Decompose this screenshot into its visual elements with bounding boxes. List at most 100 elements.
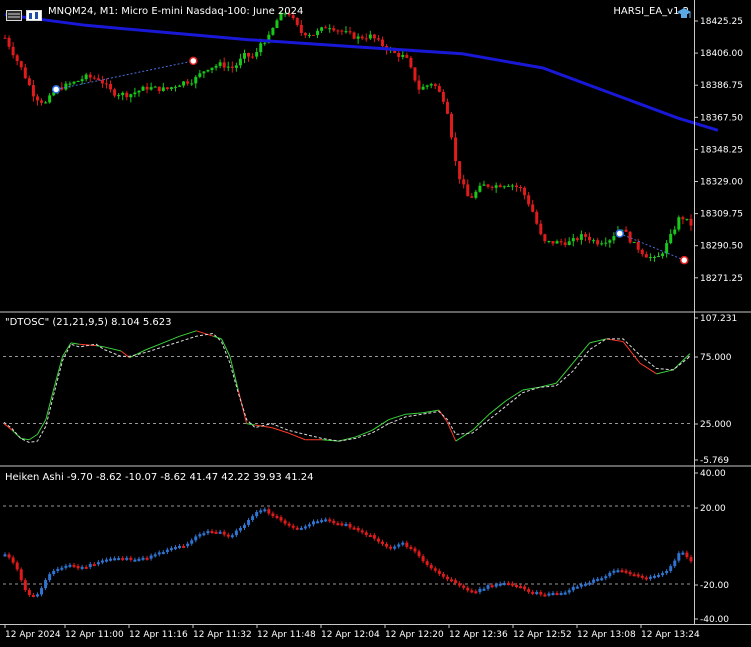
ha-candle xyxy=(11,557,15,563)
ha-candle xyxy=(681,552,685,555)
price-pane[interactable] xyxy=(3,9,719,265)
candle xyxy=(40,100,44,103)
dtosc-fast-line xyxy=(212,335,222,340)
ha-candle xyxy=(251,516,255,520)
time-tick-label: 12 Apr 2024 xyxy=(5,630,61,640)
chart-menu-icon[interactable] xyxy=(6,6,22,21)
ha-candle xyxy=(583,583,587,586)
candle xyxy=(31,85,35,97)
ha-candle xyxy=(652,575,656,578)
ha-candle xyxy=(117,558,121,561)
candle xyxy=(551,241,555,244)
ha-candle xyxy=(19,569,23,581)
ha-candle xyxy=(165,549,169,553)
candle xyxy=(514,185,518,188)
expert-cap-icon[interactable] xyxy=(676,5,692,18)
candle xyxy=(15,55,19,62)
candle xyxy=(689,218,693,226)
dtosc-fast-line xyxy=(95,345,105,348)
ha-candle xyxy=(401,542,405,545)
ha-candle xyxy=(478,588,482,593)
ha-candle xyxy=(125,557,129,560)
candle xyxy=(348,31,352,33)
ha-candle xyxy=(506,582,510,585)
ha-candle xyxy=(519,586,523,589)
chart-window[interactable]: 18425.25 18406.00 18386.75 18367.50 18348.25… xyxy=(0,0,751,643)
candle xyxy=(157,86,161,91)
ha-candle xyxy=(486,585,490,589)
dtosc-fast-line xyxy=(45,387,55,420)
ha-candle xyxy=(381,541,385,544)
dtosc-fast-line xyxy=(472,413,490,431)
ha-candle xyxy=(393,546,397,549)
dtosc-fast-line xyxy=(179,330,197,337)
candle xyxy=(433,84,437,86)
ha-candle xyxy=(669,566,673,571)
candle xyxy=(543,234,547,242)
ha-candle xyxy=(470,590,474,593)
ha-candle xyxy=(490,585,494,588)
candle xyxy=(628,231,632,243)
candle xyxy=(68,83,72,85)
candle xyxy=(405,55,409,58)
ha-candle xyxy=(255,512,259,517)
ha-candle xyxy=(498,583,502,586)
candle xyxy=(478,185,482,192)
time-tick-label: 12 Apr 13:08 xyxy=(577,630,636,640)
dtosc-tick-label: 25.000 xyxy=(700,420,732,430)
ha-candle xyxy=(311,521,315,525)
candle xyxy=(72,81,76,84)
ha-candle xyxy=(575,586,579,589)
ha-candle xyxy=(673,560,677,567)
chart-properties-icon[interactable] xyxy=(26,6,42,21)
candle xyxy=(271,27,275,35)
price-tick-label: 18425.25 xyxy=(700,17,743,27)
ha-candle xyxy=(421,556,425,562)
ha-candle xyxy=(592,579,596,583)
dtosc-tick-label: 75.000 xyxy=(700,353,732,363)
candle xyxy=(299,24,303,33)
candle xyxy=(238,58,242,66)
candle xyxy=(340,30,344,32)
dtosc-pane[interactable] xyxy=(3,330,693,443)
ha-candle xyxy=(644,577,648,580)
candle xyxy=(356,36,360,39)
ha-candle xyxy=(405,542,409,547)
heiken-ashi-pane[interactable] xyxy=(3,505,693,598)
ha-candle xyxy=(588,582,592,585)
candle xyxy=(636,241,640,250)
buy-signal-icon xyxy=(51,85,61,94)
dtosc-fast-line xyxy=(405,412,423,415)
price-tick-label: 18309.75 xyxy=(700,210,743,220)
ha-candle xyxy=(336,523,340,526)
ha-candle xyxy=(559,593,563,596)
ha-candle xyxy=(40,588,44,595)
candle xyxy=(117,95,121,97)
ha-candle xyxy=(620,570,624,573)
price-tick-label: 18271.25 xyxy=(700,274,743,284)
candle xyxy=(462,179,466,185)
candle xyxy=(677,217,681,230)
candle xyxy=(48,95,52,103)
ha-candle xyxy=(648,576,652,579)
ha-candle xyxy=(413,548,417,552)
ha-candle xyxy=(604,576,608,579)
candle xyxy=(657,255,661,258)
ha-candle xyxy=(376,538,380,542)
candle xyxy=(360,36,364,39)
ha-candle xyxy=(3,554,7,557)
ha-candle xyxy=(283,520,287,524)
candle xyxy=(612,236,616,241)
candle xyxy=(506,185,510,187)
candle xyxy=(490,186,494,188)
ha-candle xyxy=(316,521,320,524)
dtosc-signal-line xyxy=(3,332,691,443)
ha-candle xyxy=(616,570,620,573)
ha-candle xyxy=(145,557,149,560)
candle xyxy=(413,67,417,81)
dtosc-fast-line xyxy=(70,342,80,345)
candle xyxy=(535,211,539,224)
ha-candle xyxy=(242,524,246,529)
candle xyxy=(401,55,405,57)
ha-candle xyxy=(27,590,31,595)
